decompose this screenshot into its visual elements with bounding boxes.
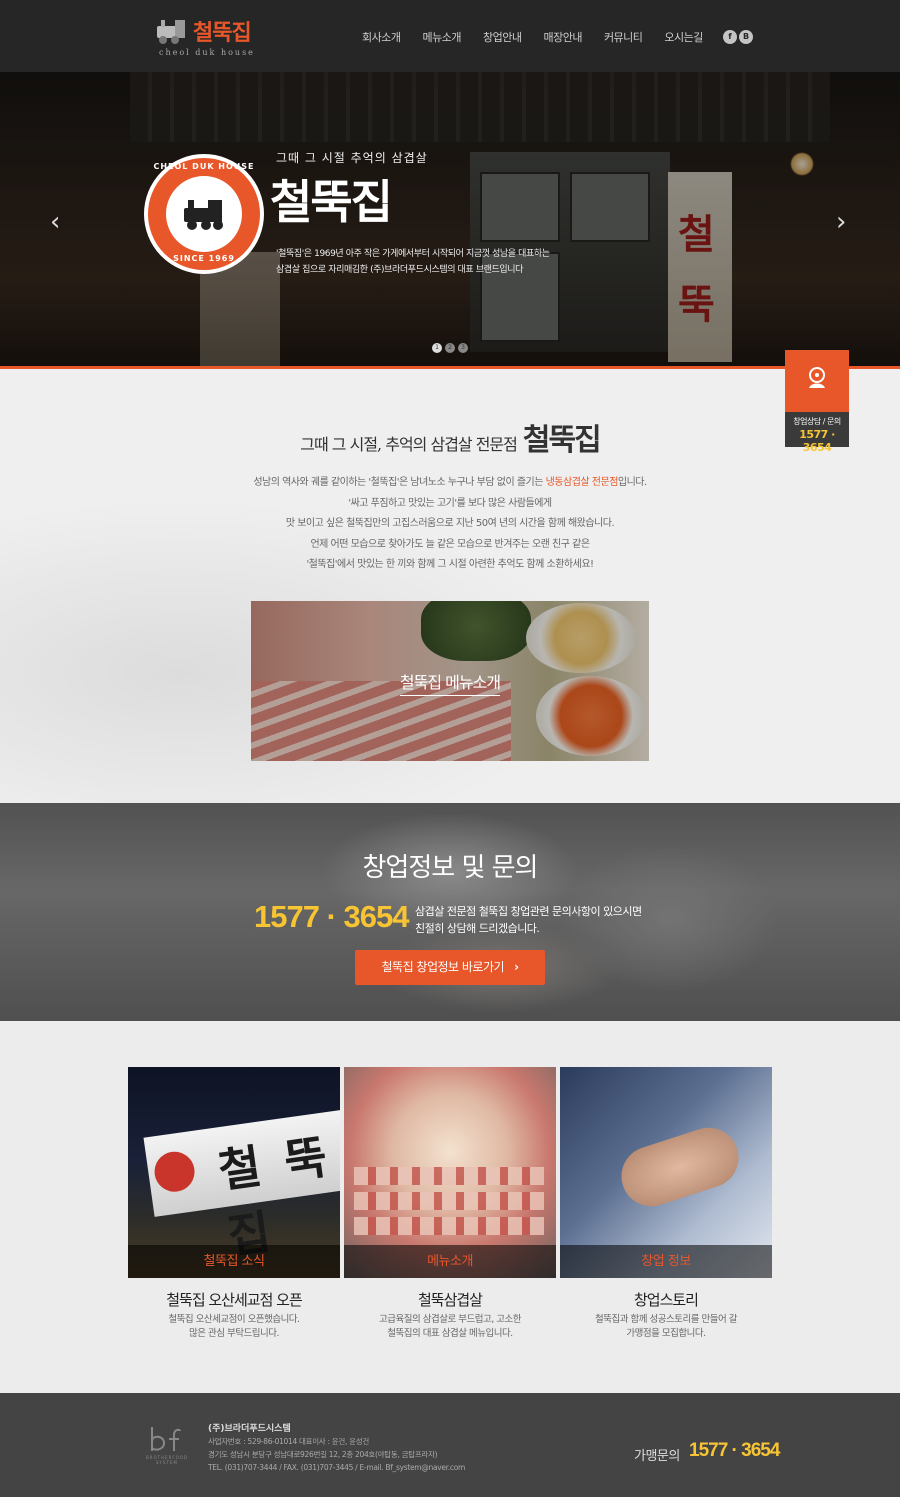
nav-franchise[interactable]: 창업안내 — [483, 29, 522, 45]
franchise-description: 삼겹살 전문점 철뚝집 창업관련 문의사항이 있으시면 친절히 상담해 드리겠습… — [415, 905, 642, 935]
main-nav: 회사소개 메뉴소개 창업안내 매장안내 커뮤니티 오시는길 — [362, 29, 725, 45]
footer-tel-label: 가맹문의 — [634, 1449, 680, 1464]
footer-tel: 1577 · 3654 — [689, 1440, 780, 1461]
slider-next-arrow-icon[interactable]: › — [836, 207, 846, 237]
hero-description: '철뚝집'은 1969년 아주 작은 가게에서부터 시작되어 지금껏 성남을 대… — [276, 249, 550, 275]
nav-menu[interactable]: 메뉴소개 — [422, 29, 461, 45]
card-news-caption: 철뚝집 소식 — [128, 1245, 340, 1278]
brand-badge: CHEOL DUK HOUSE SINCE 1969 — [144, 154, 264, 274]
card-news-desc: 철뚝집 오산세교점이 오픈했습니다. 많은 관심 부탁드립니다. — [168, 1314, 300, 1339]
nav-company[interactable]: 회사소개 — [362, 29, 401, 45]
footer-info: 사업자번호 : 529-86-01014 대표이사 : 윤건, 윤성건 경기도 … — [208, 1437, 466, 1472]
intro-paragraph: 성남의 역사와 궤를 같이하는 '철뚝집'은 남녀노소 누구나 부담 없이 즐기… — [253, 477, 647, 570]
badge-bottom-text: SINCE 1969 — [173, 254, 235, 263]
franchise-section: 창업정보 및 문의 1577 · 3654 삼겹살 전문점 철뚝집 창업관련 문… — [0, 803, 900, 1021]
card-menu-image: 메뉴소개 — [344, 1067, 556, 1278]
card-franchise-image: 창업 정보 — [560, 1067, 772, 1278]
footer-company: (주)브라더푸드시스템 — [208, 1424, 291, 1434]
train-icon — [184, 200, 223, 230]
chevron-right-icon: › — [514, 960, 519, 974]
site-footer: BROTHERFOOD SYSTEM (주)브라더푸드시스템 사업자번호 : 5… — [0, 1393, 900, 1497]
card-franchise-title: 창업스토리 — [633, 1291, 699, 1309]
card-franchise-caption: 창업 정보 — [560, 1245, 772, 1278]
badge-inner-circle — [166, 176, 242, 252]
slider-dot-3[interactable]: 3 — [458, 343, 468, 353]
slider-dots: 1 2 3 — [432, 343, 471, 353]
intro-highlight: 냉동삼겹살 전문점 — [545, 477, 619, 488]
logo-text: 철뚝집 — [193, 20, 252, 46]
franchise-phone: 1577 · 3654 — [254, 899, 409, 934]
footer-logo-text: BROTHERFOOD SYSTEM — [145, 1455, 189, 1465]
nav-stores[interactable]: 매장안내 — [543, 29, 582, 45]
hero-overlay — [0, 72, 900, 369]
franchise-title: 창업정보 및 문의 — [362, 853, 539, 883]
logo-subtext: cheol duk house — [159, 48, 255, 57]
blog-icon[interactable]: B — [739, 30, 753, 44]
info-cards-section: 철 뚝 집 철뚝집 소식 철뚝집 오산세교점 오픈 철뚝집 오산세교점이 오픈했… — [0, 1021, 900, 1393]
nav-community[interactable]: 커뮤니티 — [604, 29, 643, 45]
intro-title: 그때 그 시절, 추억의 삼겹살 전문점 철뚝집 — [300, 423, 601, 458]
slider-prev-arrow-icon[interactable]: ‹ — [50, 207, 60, 237]
intro-section: 그때 그 시절, 추억의 삼겹살 전문점 철뚝집 성남의 역사와 궤를 같이하는 … — [0, 369, 900, 803]
sns-links: f B — [723, 30, 755, 44]
consult-chat-icon — [809, 367, 825, 388]
card-menu-caption: 메뉴소개 — [344, 1245, 556, 1278]
badge-top-text: CHEOL DUK HOUSE — [153, 162, 255, 171]
site-header: 철뚝집 cheol duk house 회사소개 메뉴소개 창업안내 매장안내 … — [0, 0, 900, 72]
franchise-info-button[interactable]: 철뚝집 창업정보 바로가기 › — [355, 950, 545, 985]
quick-consult-widget[interactable]: 창업상담 / 문의 1577 · 3654 — [785, 350, 849, 454]
menu-banner-label: 철뚝집 메뉴소개 — [251, 669, 649, 696]
card-franchise-desc: 철뚝집과 함께 성공스토리를 만들어 갈 가맹점을 모집합니다. — [595, 1314, 737, 1339]
train-logo-icon — [157, 20, 185, 44]
card-news-title: 철뚝집 오산세교점 오픈 — [166, 1291, 303, 1309]
nav-directions[interactable]: 오시는길 — [664, 29, 703, 45]
card-menu-title: 철뚝삼겹살 — [417, 1291, 483, 1309]
facebook-icon[interactable]: f — [723, 30, 737, 44]
quick-consult-label: 창업상담 / 문의 — [793, 417, 841, 426]
slider-dot-2[interactable]: 2 — [445, 343, 455, 353]
card-news-image: 철 뚝 집 철뚝집 소식 — [128, 1067, 340, 1278]
menu-intro-banner[interactable]: 철뚝집 메뉴소개 — [251, 601, 649, 761]
slider-dot-1[interactable]: 1 — [432, 343, 442, 353]
hero-title: 철뚝집 — [270, 175, 393, 229]
quick-consult-number: 1577 · 3654 — [799, 428, 835, 454]
card-menu-desc: 고급육질의 삼겹살로 부드럽고, 고소한 철뚝집의 대표 삼겹살 메뉴입니다. — [379, 1314, 521, 1339]
hero-tagline: 그때 그 시절 추억의 삼겹살 — [276, 151, 428, 165]
site-logo[interactable]: 철뚝집 cheol duk house — [155, 12, 255, 60]
hero-slider: 철 뚝 ‹ › CHEOL DUK HOUSE SINCE 1969 그때 그 … — [0, 72, 900, 369]
